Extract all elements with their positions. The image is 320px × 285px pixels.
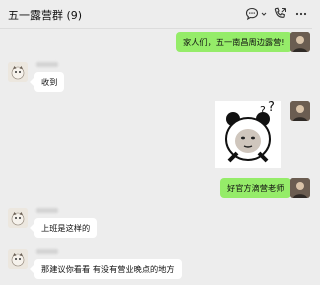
sender-name: [36, 62, 58, 67]
more-icon[interactable]: [293, 6, 309, 22]
svg-text:?: ?: [260, 104, 266, 117]
message-bubble-other[interactable]: 上班是这样的: [29, 218, 98, 238]
sender-name: [36, 249, 58, 254]
member-avatar[interactable]: [8, 249, 28, 269]
member-avatar[interactable]: [8, 208, 28, 228]
svg-text:?: ?: [268, 101, 275, 115]
call-icon[interactable]: [272, 6, 288, 22]
message-bubble-other[interactable]: 收到: [29, 72, 65, 92]
chevron-down-icon[interactable]: [261, 11, 267, 17]
chat-title: 五一露营群 (9): [8, 9, 83, 22]
chat-bubble-icon[interactable]: [244, 6, 260, 22]
self-avatar[interactable]: [290, 101, 310, 121]
self-avatar[interactable]: [290, 178, 310, 198]
message-bubble-self[interactable]: 好官方滴营老师: [220, 178, 296, 198]
chat-header: 五一露营群 (9): [0, 0, 312, 29]
sender-name: [36, 208, 58, 213]
self-avatar[interactable]: [290, 32, 310, 52]
message-bubble-self[interactable]: 家人们，五一南昌周边露营!: [176, 32, 296, 52]
confused-panda-sticker[interactable]: ? ?: [215, 100, 281, 168]
member-avatar[interactable]: [8, 62, 28, 82]
message-bubble-other[interactable]: 那建议你看看 有没有营业晚点的地方: [30, 259, 182, 279]
